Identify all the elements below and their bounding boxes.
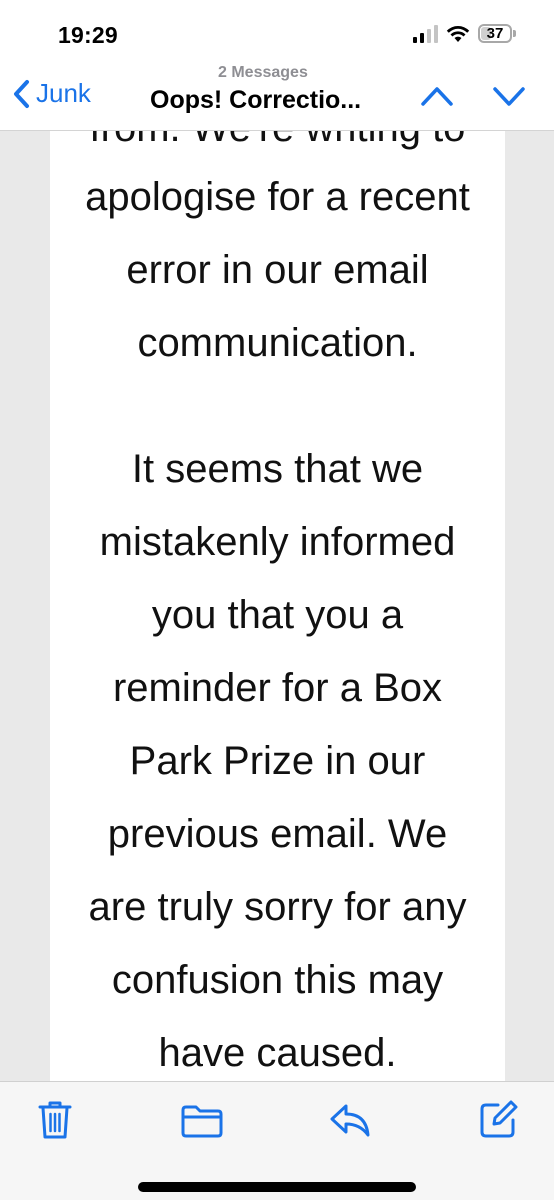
text-line: apologise for a recent <box>85 175 470 219</box>
home-indicator[interactable] <box>138 1182 416 1192</box>
battery-icon: 37 <box>478 24 516 43</box>
email-body: from. We're writing to apologise for a r… <box>50 131 505 1081</box>
battery-body: 37 <box>478 24 512 43</box>
reply-icon[interactable] <box>328 1102 372 1138</box>
clipped-text-line: from. We're writing to <box>50 131 505 157</box>
cellular-signal-icon <box>413 24 438 43</box>
battery-percentage: 37 <box>486 25 504 42</box>
trash-icon[interactable] <box>38 1100 72 1140</box>
email-paragraph-2: It seems that we mistakenly informed you… <box>50 433 505 1081</box>
status-bar: 19:29 37 <box>0 0 554 66</box>
text-line: reminder for a Box <box>112 666 443 710</box>
folder-icon[interactable] <box>180 1104 224 1138</box>
mail-message-screen: 19:29 37 Junk 2 Messages Oops! Correctio… <box>0 0 554 1200</box>
text-line: have caused. <box>158 1031 397 1075</box>
email-paragraph-1: apologise for a recent error in our emai… <box>50 161 505 380</box>
text-line: error in our email <box>126 248 429 292</box>
text-line: are truly sorry for any <box>88 885 467 929</box>
text-line: mistakenly informed <box>99 520 456 564</box>
message-navigation-arrows <box>420 84 526 108</box>
message-subject-title: Oops! Correctio... <box>150 86 362 114</box>
battery-tip <box>513 30 516 37</box>
text-line: It seems that we <box>131 447 424 491</box>
text-line: confusion this may <box>111 958 444 1002</box>
text-line: you that you a <box>151 593 404 637</box>
message-count: 2 Messages <box>218 64 308 81</box>
text-line: previous email. We <box>107 812 448 856</box>
compose-icon[interactable] <box>478 1100 518 1140</box>
previous-message-button[interactable] <box>420 84 454 108</box>
status-time: 19:29 <box>58 22 118 48</box>
message-nav-bar: Junk 2 Messages Oops! Correctio... <box>0 64 554 131</box>
status-icons: 37 <box>413 24 516 43</box>
next-message-button[interactable] <box>492 84 526 108</box>
back-to-junk-button[interactable]: Junk <box>12 78 91 109</box>
chevron-left-icon <box>14 79 29 108</box>
text-line: communication. <box>137 321 418 365</box>
back-label: Junk <box>36 78 91 108</box>
wifi-icon <box>446 25 470 42</box>
email-content-area[interactable]: from. We're writing to apologise for a r… <box>0 131 554 1081</box>
text-line: Park Prize in our <box>129 739 426 783</box>
